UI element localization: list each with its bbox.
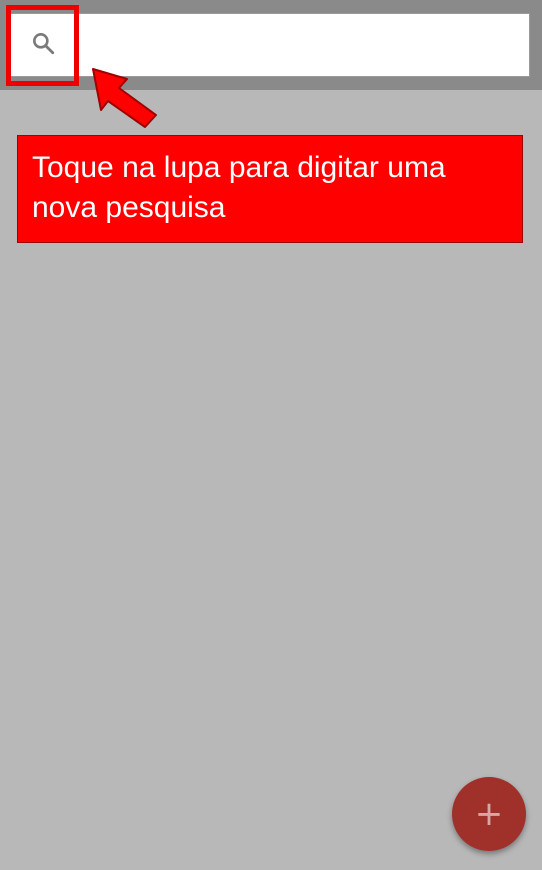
search-button[interactable] xyxy=(6,5,79,86)
add-button[interactable]: + xyxy=(452,777,526,851)
plus-icon: + xyxy=(474,794,504,834)
instruction-text: Toque na lupa para digitar uma nova pesq… xyxy=(32,151,446,224)
arrow-icon xyxy=(90,66,162,137)
search-icon xyxy=(30,30,56,61)
instruction-callout: Toque na lupa para digitar uma nova pesq… xyxy=(17,135,523,243)
